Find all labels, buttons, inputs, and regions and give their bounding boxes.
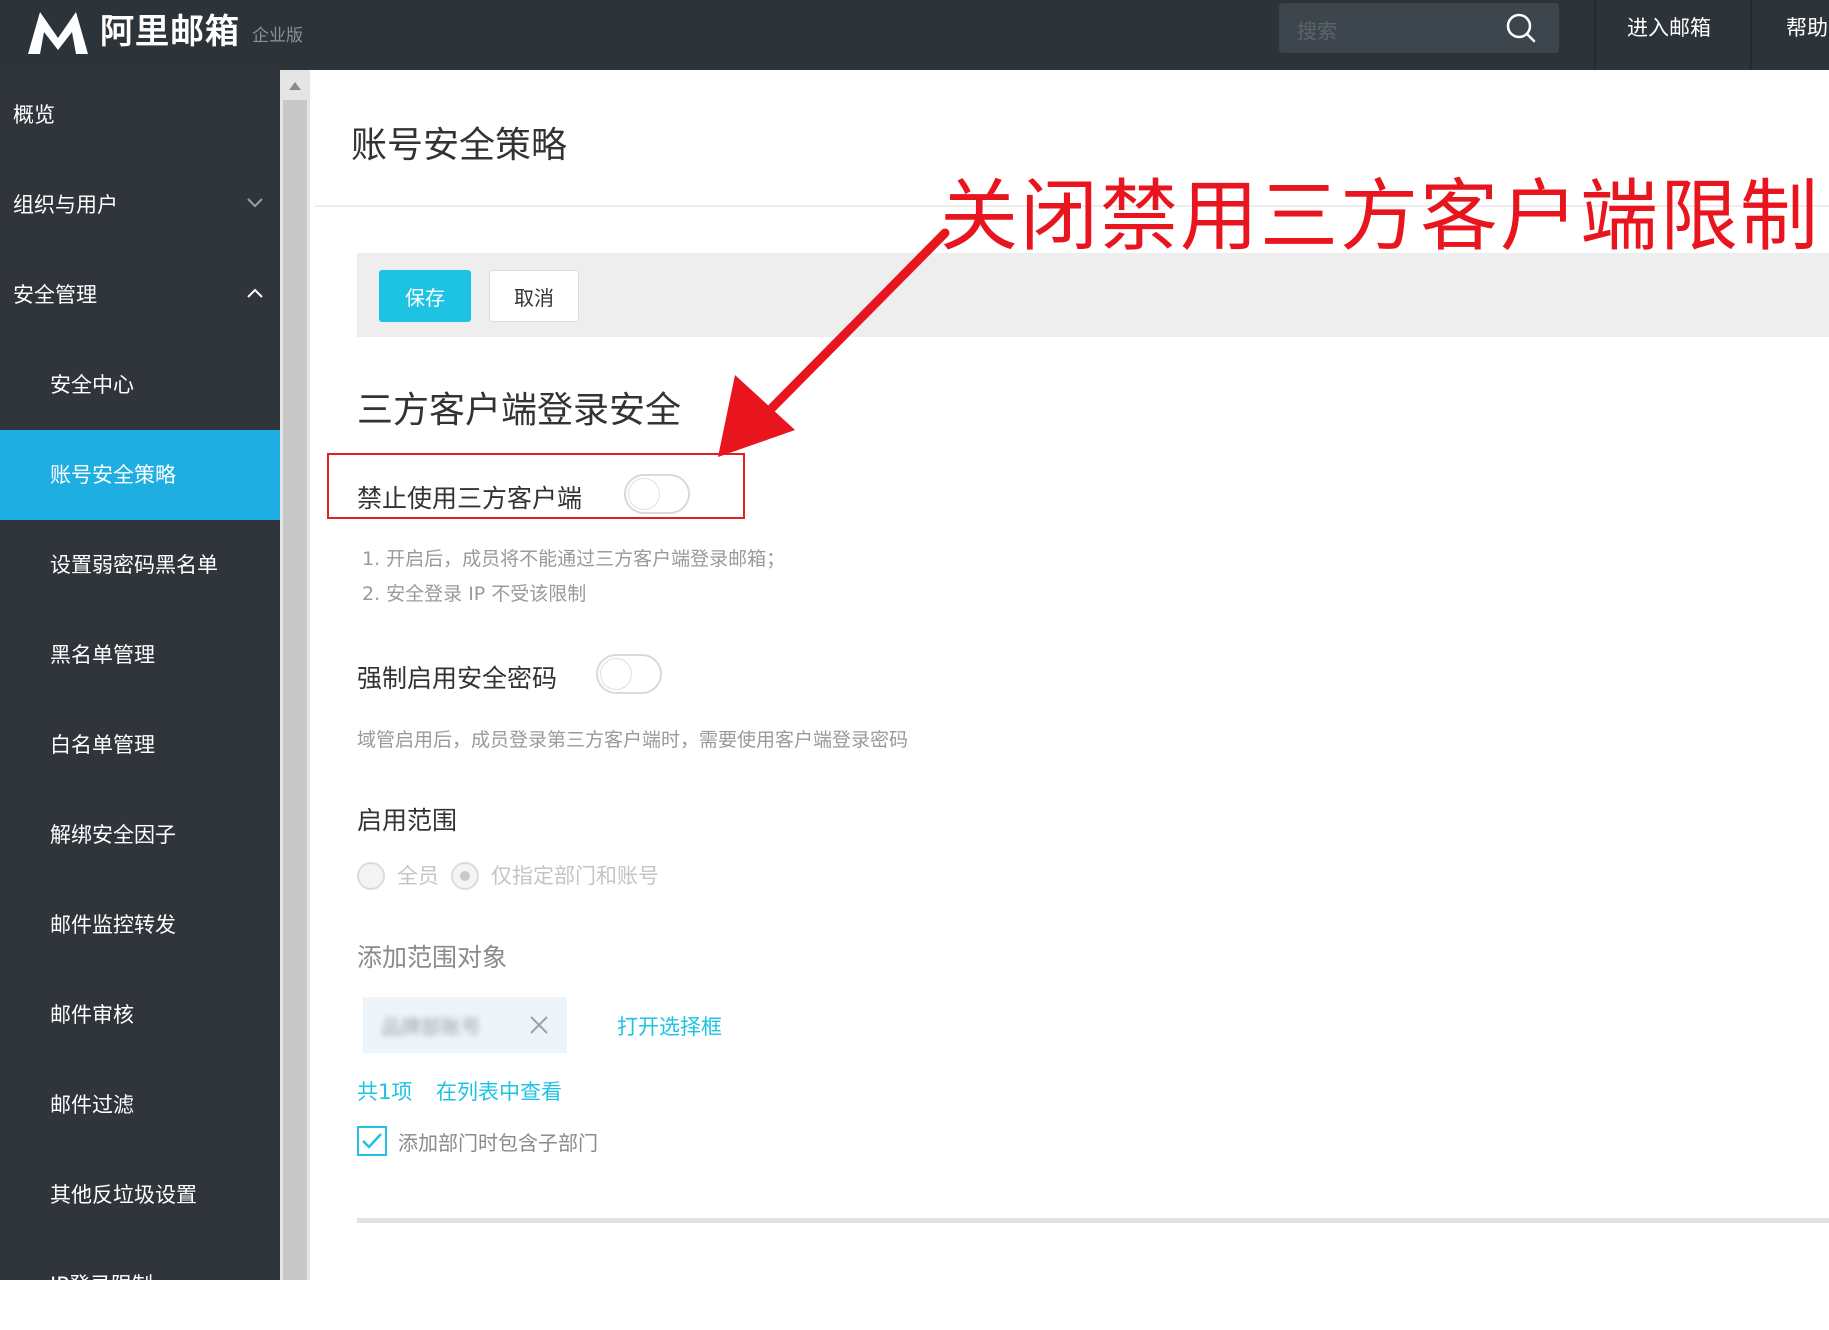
sidebar-item-label: 解绑安全因子 [50,823,176,847]
toggle-knob [600,658,632,690]
sidebar: 概览 组织与用户 安全管理 安全中心 账号安全策略 设置弱密码黑名单 黑名单管理… [0,70,280,1297]
setting1-hint-2: 2. 安全登录 IP 不受该限制 [362,583,587,605]
sidebar-item-label: 安全中心 [50,373,134,397]
scope-all-label: 全员 [397,864,439,888]
target-count: 共1项 [357,1080,413,1104]
sidebar-item-label: 邮件过滤 [50,1093,134,1117]
sidebar-item-mail-filter[interactable]: 邮件过滤 [0,1060,280,1150]
view-in-list-link[interactable]: 在列表中查看 [436,1076,562,1106]
sidebar-item-label: 概览 [13,103,55,127]
sidebar-item-label: 安全管理 [13,283,97,307]
sidebar-item-label: 邮件监控转发 [50,913,176,937]
section-title: 三方客户端登录安全 [357,390,682,431]
scope-all-radio[interactable] [357,862,385,890]
annotation-text: 关闭禁用三方客户端限制 [940,172,1821,262]
logo[interactable]: 阿里邮箱 企业版 [26,8,303,56]
nav-divider [1750,0,1752,70]
scope-label: 启用范围 [357,806,458,835]
chevron-down-icon [247,198,263,208]
include-sub-dept-checkbox[interactable] [357,1126,387,1156]
sidebar-item-overview[interactable]: 概览 [0,70,280,160]
force-secure-password-toggle[interactable] [596,654,662,694]
sidebar-item-security-mgmt[interactable]: 安全管理 [0,250,280,340]
setting1-hint-1: 1. 开启后，成员将不能通过三方客户端登录邮箱； [362,548,786,570]
search-placeholder: 搜索 [1297,19,1337,43]
chevron-up-icon [247,288,263,298]
nav-divider [1594,0,1596,70]
close-icon[interactable] [528,1014,550,1036]
chip-text: 品牌部账号 [381,1015,481,1039]
sidebar-item-label: 组织与用户 [13,193,118,217]
sidebar-item-security-center[interactable]: 安全中心 [0,340,280,430]
check-icon [362,1133,382,1149]
sidebar-item-org-users[interactable]: 组织与用户 [0,160,280,250]
sidebar-item-label: 白名单管理 [50,733,155,757]
search-icon[interactable] [1505,12,1537,44]
sidebar-item-label: 账号安全策略 [50,463,176,487]
page-title: 账号安全策略 [351,125,568,166]
setting2-hint: 域管启用后，成员登录第三方客户端时，需要使用客户端登录密码 [357,729,909,751]
top-bar: 阿里邮箱 企业版 搜索 进入邮箱 帮助 [0,0,1829,70]
sidebar-item-blacklist[interactable]: 黑名单管理 [0,610,280,700]
sidebar-item-weak-password-blacklist[interactable]: 设置弱密码黑名单 [0,520,280,610]
sidebar-item-mail-audit[interactable]: 邮件审核 [0,970,280,1060]
help-link[interactable]: 帮助 [1786,12,1828,42]
sidebar-item-whitelist[interactable]: 白名单管理 [0,700,280,790]
sidebar-item-label: 邮件审核 [50,1003,134,1027]
enter-mailbox-link[interactable]: 进入邮箱 [1627,12,1711,42]
add-scope-target-label: 添加范围对象 [357,943,508,972]
aliyun-mail-logo-icon [28,12,88,54]
scrollbar-thumb[interactable] [283,100,307,1280]
brand-name: 阿里邮箱 [100,12,240,52]
sidebar-item-label: IP登录限制 [50,1273,153,1297]
sidebar-item-ip-login[interactable]: IP登录限制 [0,1240,280,1330]
scope-specified-label: 仅指定部门和账号 [491,864,659,888]
sidebar-item-account-security-policy[interactable]: 账号安全策略 [0,430,280,520]
scope-specified-radio[interactable] [451,862,479,890]
annotation-arrow-icon [718,228,950,457]
sidebar-item-label: 黑名单管理 [50,643,155,667]
force-secure-password-label: 强制启用安全密码 [357,664,558,693]
scope-target-chip: 品牌部账号 [363,997,567,1053]
sidebar-scrollbar[interactable] [280,70,310,1280]
sidebar-item-label: 设置弱密码黑名单 [50,553,218,577]
sidebar-item-unbind-factor[interactable]: 解绑安全因子 [0,790,280,880]
sidebar-item-mail-monitor[interactable]: 邮件监控转发 [0,880,280,970]
edition-label: 企业版 [252,26,303,46]
sidebar-item-label: 其他反垃圾设置 [50,1183,197,1207]
save-button[interactable]: 保存 [379,270,471,322]
search-input[interactable]: 搜索 [1279,3,1559,53]
annotation-highlight-box [327,453,745,519]
cancel-button[interactable]: 取消 [489,270,579,322]
section-divider [357,1218,1829,1223]
include-sub-dept-label: 添加部门时包含子部门 [398,1131,598,1155]
scroll-up-arrow-icon[interactable] [289,82,301,90]
open-selector-link[interactable]: 打开选择框 [617,1011,722,1041]
sidebar-item-anti-spam[interactable]: 其他反垃圾设置 [0,1150,280,1240]
